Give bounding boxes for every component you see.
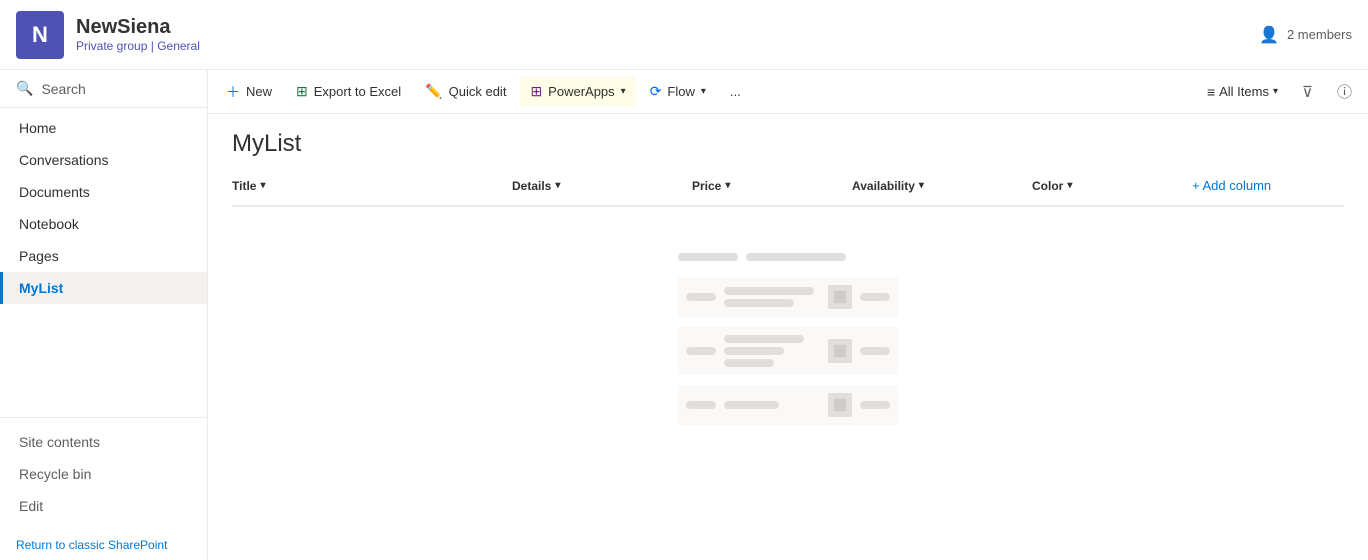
- more-label: ...: [730, 84, 741, 99]
- sidebar-item-home-label: Home: [19, 120, 56, 136]
- new-button[interactable]: ＋ New: [216, 76, 282, 108]
- skeleton-bar-2: [746, 253, 846, 261]
- view-label: All Items: [1219, 84, 1269, 99]
- col-header-color[interactable]: Color ▾: [1032, 174, 1192, 197]
- skeleton-img-3: [828, 393, 852, 417]
- sidebar-item-site-contents[interactable]: Site contents: [0, 426, 207, 458]
- edit-icon: ✏️: [425, 83, 442, 100]
- col-header-details[interactable]: Details ▾: [512, 174, 692, 197]
- sidebar-item-notebook[interactable]: Notebook: [0, 208, 207, 240]
- members-label: 2 members: [1287, 27, 1352, 42]
- flow-button[interactable]: ⟳ Flow ▾: [640, 77, 716, 106]
- export-label: Export to Excel: [314, 84, 401, 99]
- skeleton-bar-1: [678, 253, 738, 261]
- list-area: MyList Title ▾ Details ▾ Price ▾ Availab…: [208, 114, 1368, 560]
- price-sort-icon: ▾: [725, 180, 730, 191]
- col-header-price[interactable]: Price ▾: [692, 174, 852, 197]
- search-label: Search: [41, 81, 85, 97]
- skeleton-row-1: [678, 277, 898, 317]
- flow-label: Flow: [667, 84, 694, 99]
- view-icon: ≡: [1207, 84, 1215, 100]
- add-column-label: + Add column: [1192, 178, 1271, 193]
- sidebar-item-documents-label: Documents: [19, 184, 90, 200]
- filter-icon[interactable]: ⊽: [1294, 79, 1321, 105]
- skeleton-img-2: [828, 339, 852, 363]
- power-apps-label: PowerApps: [548, 84, 614, 99]
- add-column-button[interactable]: + Add column: [1192, 174, 1271, 197]
- info-icon[interactable]: ⓘ: [1329, 77, 1360, 106]
- view-selector[interactable]: ≡ All Items ▾: [1199, 80, 1286, 104]
- site-name: NewSiena: [76, 16, 200, 39]
- excel-icon: ⊞: [296, 83, 308, 100]
- members-icon: 👤: [1259, 25, 1279, 45]
- empty-illustration: [232, 207, 1344, 475]
- title-sort-icon: ▾: [260, 180, 265, 191]
- sidebar-item-home[interactable]: Home: [0, 112, 207, 144]
- list-title: MyList: [232, 130, 1344, 158]
- site-meta: Private group | General: [76, 39, 200, 53]
- availability-sort-icon: ▾: [919, 180, 924, 191]
- top-header: N NewSiena Private group | General 👤 2 m…: [0, 0, 1368, 70]
- toolbar-right: ≡ All Items ▾ ⊽ ⓘ: [1199, 77, 1360, 106]
- sidebar-nav: Home Conversations Documents Notebook Pa…: [0, 108, 207, 417]
- sidebar-bottom: Site contents Recycle bin Edit: [0, 417, 207, 530]
- site-info: NewSiena Private group | General: [76, 16, 200, 53]
- col-header-availability[interactable]: Availability ▾: [852, 174, 1032, 197]
- skeleton-container: [678, 247, 898, 435]
- col-header-title[interactable]: Title ▾: [232, 174, 512, 197]
- sidebar-item-notebook-label: Notebook: [19, 216, 79, 232]
- skeleton-img-1: [828, 285, 852, 309]
- sidebar-item-edit[interactable]: Edit: [0, 490, 207, 522]
- powerapps-button[interactable]: ⊞ PowerApps ▾: [520, 77, 635, 106]
- new-icon: ＋: [226, 82, 240, 102]
- app-icon: N: [16, 11, 64, 59]
- powerapps-chevron-icon: ▾: [621, 86, 626, 97]
- sidebar-item-pages-label: Pages: [19, 248, 59, 264]
- search-icon: 🔍: [16, 80, 33, 97]
- view-chevron-icon: ▾: [1273, 86, 1278, 97]
- toolbar: ＋ New ⊞ Export to Excel ✏️ Quick edit ⊞ …: [208, 70, 1368, 114]
- sidebar-item-recycle-bin[interactable]: Recycle bin: [0, 458, 207, 490]
- skeleton-row-2: [678, 327, 898, 375]
- sidebar: 🔍 Search Home Conversations Documents No…: [0, 70, 208, 560]
- details-sort-icon: ▾: [555, 180, 560, 191]
- members-info: 👤 2 members: [1259, 25, 1352, 45]
- powerapps-icon: ⊞: [530, 83, 542, 100]
- sidebar-item-edit-label: Edit: [19, 498, 43, 514]
- more-button[interactable]: ...: [720, 78, 751, 105]
- list-header: Title ▾ Details ▾ Price ▾ Availability ▾…: [232, 174, 1344, 207]
- color-sort-icon: ▾: [1067, 180, 1072, 191]
- sidebar-item-documents[interactable]: Documents: [0, 176, 207, 208]
- sidebar-item-conversations-label: Conversations: [19, 152, 109, 168]
- sidebar-item-pages[interactable]: Pages: [0, 240, 207, 272]
- sidebar-item-conversations[interactable]: Conversations: [0, 144, 207, 176]
- flow-icon: ⟳: [650, 83, 662, 100]
- quick-edit-label: Quick edit: [449, 84, 507, 99]
- sidebar-item-recycle-bin-label: Recycle bin: [19, 466, 91, 482]
- export-excel-button[interactable]: ⊞ Export to Excel: [286, 77, 411, 106]
- sidebar-item-site-contents-label: Site contents: [19, 434, 100, 450]
- new-label: New: [246, 84, 272, 99]
- quick-edit-button[interactable]: ✏️ Quick edit: [415, 77, 516, 106]
- sidebar-item-mylist[interactable]: MyList: [0, 272, 207, 304]
- sidebar-search[interactable]: 🔍 Search: [0, 70, 207, 108]
- sidebar-item-mylist-label: MyList: [19, 280, 63, 296]
- flow-chevron-icon: ▾: [701, 86, 706, 97]
- skeleton-row-3: [678, 385, 898, 425]
- main-layout: 🔍 Search Home Conversations Documents No…: [0, 70, 1368, 560]
- return-to-classic-link[interactable]: Return to classic SharePoint: [0, 530, 207, 560]
- content-area: ＋ New ⊞ Export to Excel ✏️ Quick edit ⊞ …: [208, 70, 1368, 560]
